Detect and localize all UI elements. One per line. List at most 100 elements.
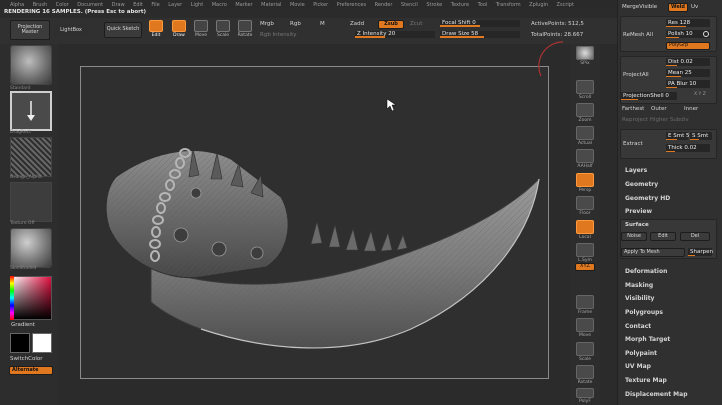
layers-menu[interactable]: Layers [625,167,647,174]
zcut-button[interactable]: Zcut [410,21,422,27]
menu-zscript[interactable]: Zscript [557,2,574,8]
menu-brush[interactable]: Brush [33,2,47,8]
hue-strip[interactable] [10,276,14,320]
scale-mode-button[interactable]: Scale [213,19,233,43]
preview-menu[interactable]: Preview [625,208,652,215]
thick-slider[interactable]: Thick 0.02 [666,144,710,152]
edit-mode-button[interactable]: Edit [146,19,166,43]
masking-menu[interactable]: Masking [625,282,653,289]
menu-movie[interactable]: Movie [290,2,305,8]
geometry-hd-menu[interactable]: Geometry HD [625,195,670,202]
sharpen-slider[interactable]: Sharpen [688,248,713,256]
menu-macro[interactable]: Macro [212,2,227,8]
noise-del-button[interactable]: Del [680,232,710,241]
uv-toggle[interactable]: Uv [691,4,698,10]
polygroups-menu[interactable]: Polygroups [625,309,663,316]
noise-button[interactable]: Noise [621,232,647,241]
zsub-button[interactable]: Zsub [378,20,404,29]
menu-marker[interactable]: Marker [235,2,252,8]
alpha-thumbnail[interactable] [10,137,52,177]
e-smt-slider[interactable]: E Smt 5 [666,132,689,140]
document-canvas[interactable] [80,66,549,379]
uv-map-menu[interactable]: UV Map [625,363,651,370]
s-smt-slider[interactable]: S Smt [690,132,712,140]
menu-preferences[interactable]: Preferences [337,2,366,8]
brush-thumbnail[interactable] [10,45,52,85]
main-color-swatch[interactable] [10,333,30,353]
aahalf-button[interactable]: AAHalf [573,149,597,169]
pa-blur-slider[interactable]: PA Blur 10 [666,80,710,88]
zadd-button[interactable]: Zadd [350,21,364,27]
frame-button[interactable]: Frame [573,295,597,315]
extract-button[interactable]: Extract [623,141,643,147]
switch-color-button[interactable]: SwitchColor [10,356,43,362]
menu-render[interactable]: Render [375,2,393,8]
material-thumbnail[interactable] [10,228,52,268]
mean-slider[interactable]: Mean 25 [666,69,710,77]
menu-transform[interactable]: Transform [496,2,521,8]
zoom-button[interactable]: Zoom [573,103,597,123]
inner-button[interactable]: Inner [684,106,698,112]
remesh-all-button[interactable]: ReMesh All [623,32,653,38]
menu-zplugin[interactable]: Zplugin [529,2,548,8]
alternate-button[interactable]: Alternate [9,366,53,375]
menu-layer[interactable]: Layer [168,2,182,8]
displacement-map-menu[interactable]: Displacement Map [625,391,688,398]
farthest-button[interactable]: Farthest [622,106,644,112]
dist-slider[interactable]: Dist 0.02 [666,58,710,66]
z-intensity-slider[interactable]: Z Intensity 20 [355,31,435,38]
menu-stencil[interactable]: Stencil [401,2,418,8]
noise-edit-button[interactable]: Edit [650,232,676,241]
draw-mode-button[interactable]: Draw [169,19,189,43]
menu-file[interactable]: File [151,2,159,8]
visibility-menu[interactable]: Visibility [625,295,654,302]
polyf-button[interactable]: PolyF [573,388,597,404]
menu-stroke[interactable]: Stroke [426,2,442,8]
menu-alpha[interactable]: Alpha [10,2,24,8]
geometry-menu[interactable]: Geometry [625,181,658,188]
scale-view-button[interactable]: Scale [573,342,597,362]
actual-button[interactable]: Actual [573,126,597,146]
texture-thumbnail[interactable] [10,182,52,222]
focal-shift-slider[interactable]: Focal Shift 0 [440,20,520,27]
polypaint-menu[interactable]: Polypaint [625,350,657,357]
rgb-intensity-slider[interactable]: Rgb Intensity [260,32,297,38]
color-picker[interactable] [10,276,52,320]
persp-button[interactable]: Persp [573,173,597,193]
draw-size-slider[interactable]: Draw Size 58 [440,31,520,38]
menu-texture[interactable]: Texture [451,2,469,8]
menu-picker[interactable]: Picker [313,2,328,8]
xyz-button[interactable]: XYZ [575,263,595,271]
res-slider[interactable]: Res 128 [666,19,710,27]
merge-visible-button[interactable]: MergeVisible [622,4,657,10]
menu-tool[interactable]: Tool [478,2,488,8]
rgb-button[interactable]: Rgb [290,21,301,27]
local-button[interactable]: Local [573,220,597,240]
scroll-button[interactable]: Scroll [573,80,597,100]
quick-sketch-button[interactable]: Quick Sketch [104,22,142,38]
m-button[interactable]: M [320,21,325,27]
xyz-axis-toggle[interactable]: X Y Z [694,92,706,97]
menu-light[interactable]: Light [191,2,203,8]
outer-button[interactable]: Outer [651,106,667,112]
menu-document[interactable]: Document [77,2,103,8]
lightbox-button[interactable]: LightBox [54,24,88,37]
menu-color[interactable]: Color [56,2,69,8]
deformation-menu[interactable]: Deformation [625,268,667,275]
texture-map-menu[interactable]: Texture Map [625,377,667,384]
polish-circle-icon[interactable] [703,31,709,37]
mrgb-button[interactable]: Mrgb [260,21,274,27]
move-mode-button[interactable]: Move [191,19,211,43]
menu-edit[interactable]: Edit [133,2,143,8]
apply-to-mesh-button[interactable]: Apply To Mesh [621,248,685,257]
reproject-higher-subdiv-button[interactable]: Reproject Higher Subdiv [622,117,689,123]
spix-button[interactable]: SPix [573,46,597,66]
floor-button[interactable]: Floor [573,196,597,216]
menu-draw[interactable]: Draw [112,2,125,8]
rotate-mode-button[interactable]: Rotate [235,19,255,43]
move-view-button[interactable]: Move [573,318,597,338]
surface-menu[interactable]: Surface [625,222,649,228]
gradient-toggle[interactable]: Gradient [11,322,35,328]
weld-toggle[interactable]: Weld [668,3,688,12]
lsym-button[interactable]: L.Sym [573,243,597,263]
